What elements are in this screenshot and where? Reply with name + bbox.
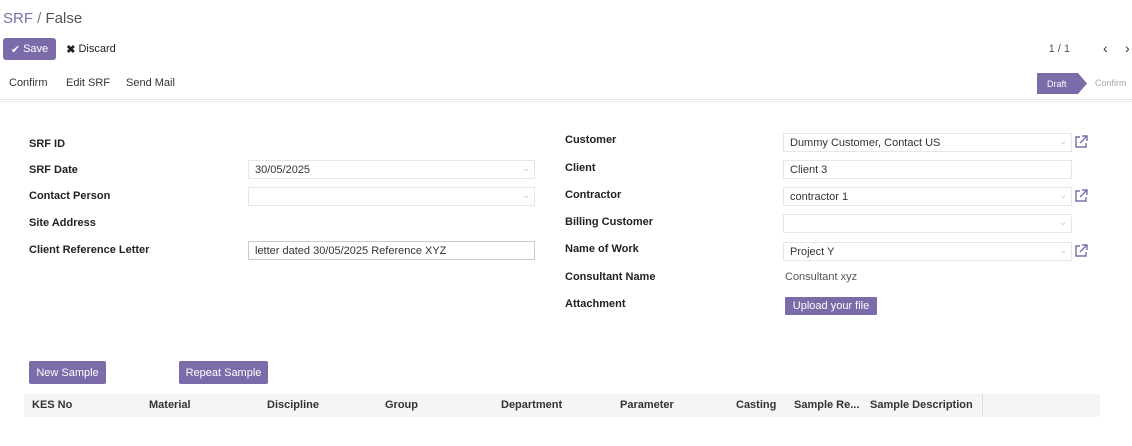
column-header-parameter[interactable]: Parameter bbox=[620, 399, 674, 411]
pager-value[interactable]: 1 / 1 bbox=[1049, 43, 1070, 55]
chevron-left-icon[interactable]: ‹ bbox=[1103, 40, 1108, 56]
consultant-name-value: Consultant xyz bbox=[785, 271, 858, 283]
column-header-kes-no[interactable]: KES No bbox=[32, 399, 72, 411]
site-address-label: Site Address bbox=[29, 217, 96, 229]
new-sample-button[interactable]: New Sample bbox=[29, 361, 106, 384]
discard-button[interactable]: ✖ Discard bbox=[63, 38, 119, 60]
status-confirm[interactable]: Confirm bbox=[1095, 78, 1127, 88]
external-link-icon[interactable] bbox=[1074, 189, 1088, 203]
caret-down-icon: ⌄ bbox=[1059, 136, 1067, 146]
srf-date-value: 30/05/2025 bbox=[255, 164, 311, 176]
column-header-sample-description[interactable]: Sample Description bbox=[870, 399, 973, 411]
name-of-work-value: Project Y bbox=[790, 246, 835, 258]
external-link-icon[interactable] bbox=[1074, 135, 1088, 149]
column-header-material[interactable]: Material bbox=[149, 399, 191, 411]
attachment-label: Attachment bbox=[565, 298, 626, 310]
srf-id-label: SRF ID bbox=[29, 138, 66, 150]
consultant-name-label: Consultant Name bbox=[565, 271, 656, 283]
send-mail-button[interactable]: Send Mail bbox=[126, 77, 175, 89]
name-of-work-label: Name of Work bbox=[565, 243, 639, 255]
contractor-value: contractor 1 bbox=[790, 191, 849, 203]
confirm-button[interactable]: Confirm bbox=[9, 77, 48, 89]
client-reference-letter-input[interactable]: letter dated 30/05/2025 Reference XYZ bbox=[248, 241, 535, 260]
client-input[interactable]: Client 3 bbox=[783, 160, 1072, 179]
customer-label: Customer bbox=[565, 134, 617, 146]
column-header-sample-received[interactable]: Sample Re... bbox=[794, 399, 859, 411]
srf-date-label: SRF Date bbox=[29, 164, 78, 176]
caret-down-icon: ⌄ bbox=[522, 190, 530, 200]
breadcrumb-srf-link[interactable]: SRF bbox=[3, 10, 33, 27]
column-header-group[interactable]: Group bbox=[385, 399, 418, 411]
status-draft[interactable]: Draft bbox=[1037, 73, 1087, 94]
chevron-right-icon[interactable]: › bbox=[1125, 40, 1130, 56]
srf-date-field[interactable]: 30/05/2025 ⌄ bbox=[248, 160, 535, 179]
repeat-sample-button[interactable]: Repeat Sample bbox=[179, 361, 268, 384]
samples-table-header: KES No Material Discipline Group Departm… bbox=[24, 394, 1100, 417]
check-icon: ✔ bbox=[10, 43, 21, 56]
save-button-label: Save bbox=[23, 43, 49, 55]
breadcrumb-current: False bbox=[45, 10, 83, 27]
breadcrumb: SRF / False bbox=[3, 10, 82, 27]
contractor-field[interactable]: contractor 1 ⌄ bbox=[783, 187, 1072, 206]
column-header-department[interactable]: Department bbox=[501, 399, 562, 411]
contact-person-field[interactable]: ⌄ bbox=[248, 187, 535, 206]
caret-down-icon: ⌄ bbox=[1059, 190, 1067, 200]
contractor-label: Contractor bbox=[565, 189, 622, 201]
customer-value: Dummy Customer, Contact US bbox=[790, 137, 941, 149]
save-button[interactable]: ✔ Save bbox=[3, 38, 56, 60]
client-value: Client 3 bbox=[790, 164, 828, 176]
breadcrumb-separator: / bbox=[37, 10, 42, 27]
client-reference-letter-label: Client Reference Letter bbox=[29, 244, 150, 256]
name-of-work-field[interactable]: Project Y ⌄ bbox=[783, 242, 1072, 261]
billing-customer-field[interactable]: ⌄ bbox=[783, 214, 1072, 233]
column-header-casting[interactable]: Casting bbox=[736, 399, 776, 411]
discard-button-label: Discard bbox=[78, 43, 116, 55]
times-icon: ✖ bbox=[66, 43, 76, 56]
caret-down-icon: ⌄ bbox=[522, 163, 530, 173]
client-reference-letter-value: letter dated 30/05/2025 Reference XYZ bbox=[255, 245, 447, 257]
column-divider bbox=[982, 394, 983, 417]
edit-srf-button[interactable]: Edit SRF bbox=[66, 77, 110, 89]
contact-person-label: Contact Person bbox=[29, 190, 111, 202]
upload-file-button[interactable]: Upload your file bbox=[785, 297, 877, 315]
action-bar: Confirm Edit SRF Send Mail bbox=[0, 68, 1132, 100]
customer-field[interactable]: Dummy Customer, Contact US ⌄ bbox=[783, 133, 1072, 152]
billing-customer-label: Billing Customer bbox=[565, 216, 654, 228]
external-link-icon[interactable] bbox=[1074, 244, 1088, 258]
caret-down-icon: ⌄ bbox=[1059, 217, 1067, 227]
caret-down-icon: ⌄ bbox=[1059, 245, 1067, 255]
client-label: Client bbox=[565, 162, 596, 174]
column-header-discipline[interactable]: Discipline bbox=[267, 399, 319, 411]
